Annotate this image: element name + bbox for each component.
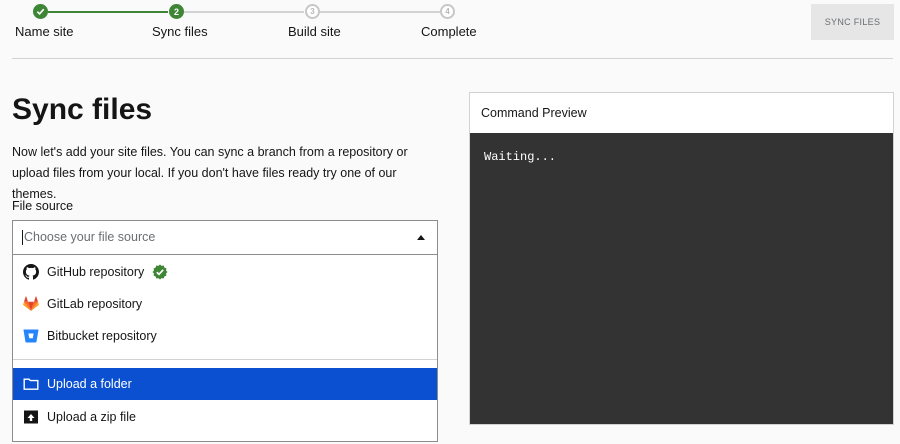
step-label: Complete xyxy=(421,24,477,39)
zip-file-icon xyxy=(22,408,40,426)
page-title: Sync files xyxy=(12,93,153,126)
folder-icon xyxy=(22,375,40,393)
header-divider xyxy=(12,58,893,59)
step-connector-1 xyxy=(48,11,168,13)
option-label: GitLab repository xyxy=(47,297,143,311)
step-number-badge: 3 xyxy=(305,4,320,19)
step-label: Build site xyxy=(288,24,341,39)
github-icon xyxy=(22,263,40,281)
option-label: Upload a folder xyxy=(47,377,132,391)
file-source-select[interactable]: Choose your file source xyxy=(12,220,438,255)
step-label: Sync files xyxy=(152,24,208,39)
option-upload-folder[interactable]: Upload a folder xyxy=(13,368,437,400)
menu-divider xyxy=(13,359,437,360)
page-description: Now let's add your site files. You can s… xyxy=(12,145,408,201)
gitlab-icon xyxy=(22,295,40,313)
option-gitlab-repository[interactable]: GitLab repository xyxy=(13,288,437,320)
file-source-menu: GitHub repository GitLab repository Bitb… xyxy=(12,255,438,442)
option-label: GitHub repository xyxy=(47,265,145,279)
command-output-text: Waiting... xyxy=(484,150,557,164)
command-preview-panel: Command Preview Waiting... xyxy=(469,92,894,425)
step-number-badge: 4 xyxy=(440,4,455,19)
step-number-badge: 2 xyxy=(169,4,184,19)
option-github-repository[interactable]: GitHub repository xyxy=(13,256,437,288)
command-preview-title: Command Preview xyxy=(481,106,587,120)
caret-up-icon[interactable] xyxy=(417,235,425,240)
check-icon xyxy=(33,4,48,19)
step-label: Name site xyxy=(15,24,74,39)
option-bitbucket-repository[interactable]: Bitbucket repository xyxy=(13,320,437,352)
option-label: Upload a zip file xyxy=(47,410,136,424)
option-label: Bitbucket repository xyxy=(47,329,157,343)
option-upload-zip-file[interactable]: Upload a zip file xyxy=(13,401,437,433)
file-source-label: File source xyxy=(12,199,74,213)
wizard-header: Name site 2 Sync files 3 Build site 4 Co… xyxy=(0,0,900,58)
bitbucket-icon xyxy=(22,327,40,345)
step-connector-3 xyxy=(320,11,440,13)
step-connector-2 xyxy=(184,11,304,13)
command-output-terminal[interactable]: Waiting... xyxy=(470,133,893,424)
verified-check-icon xyxy=(152,264,168,280)
sync-files-button[interactable]: SYNC FILES xyxy=(811,4,894,40)
file-source-placeholder: Choose your file source xyxy=(22,230,156,245)
